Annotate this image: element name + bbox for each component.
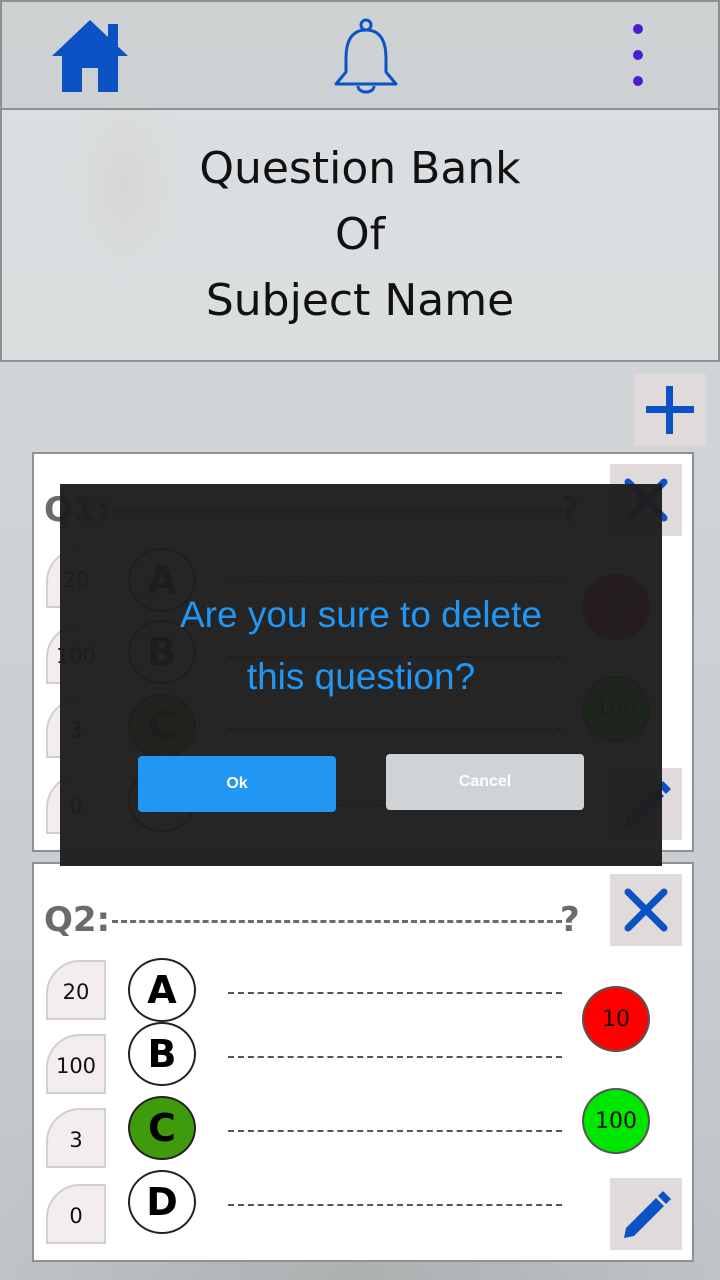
title-line-2: Of — [334, 209, 386, 260]
option-c-score: 3 — [46, 1108, 106, 1168]
question-mark: ? — [560, 900, 580, 940]
question-label: Q2: — [44, 900, 111, 940]
close-icon — [624, 888, 668, 932]
delete-confirm-dialog: Are you sure to delete this question? Ok… — [60, 484, 662, 866]
dialog-message: Are you sure to delete this question? — [60, 584, 662, 708]
option-d-score: 0 — [46, 1184, 106, 1244]
option-a-score: 20 — [46, 960, 106, 1020]
plus-icon — [646, 386, 694, 434]
dialog-message-line-2: this question? — [246, 656, 476, 697]
ok-button[interactable]: Ok — [138, 756, 336, 812]
stat-wrong: 10 — [582, 986, 650, 1052]
cancel-button[interactable]: Cancel — [386, 754, 584, 810]
question-card-2: Q2: ? 20 A 100 B 3 C 0 D 10 100 — [32, 862, 694, 1262]
bell-icon[interactable] — [332, 18, 400, 98]
delete-question-button[interactable] — [610, 874, 682, 946]
page-title: Question Bank Of Subject Name — [0, 110, 720, 362]
home-icon[interactable] — [50, 18, 130, 94]
more-vert-icon[interactable] — [628, 24, 648, 90]
option-a-text — [228, 992, 562, 994]
option-b-text — [228, 1056, 562, 1058]
option-c-text — [228, 1130, 562, 1132]
top-app-bar — [0, 0, 720, 110]
option-a[interactable]: A — [128, 958, 196, 1022]
option-d-text — [228, 1204, 562, 1206]
edit-question-button[interactable] — [610, 1178, 682, 1250]
option-d[interactable]: D — [128, 1170, 196, 1234]
dialog-message-line-1: Are you sure to delete — [180, 594, 542, 635]
title-line-1: Question Bank — [199, 143, 521, 194]
option-b-score: 100 — [46, 1034, 106, 1094]
pencil-icon — [624, 1191, 671, 1238]
option-b[interactable]: B — [128, 1022, 196, 1086]
option-c[interactable]: C — [128, 1096, 196, 1160]
add-question-button[interactable] — [634, 374, 706, 446]
stat-correct: 100 — [582, 1088, 650, 1154]
title-line-3: Subject Name — [205, 275, 515, 326]
question-text-placeholder — [112, 920, 562, 923]
